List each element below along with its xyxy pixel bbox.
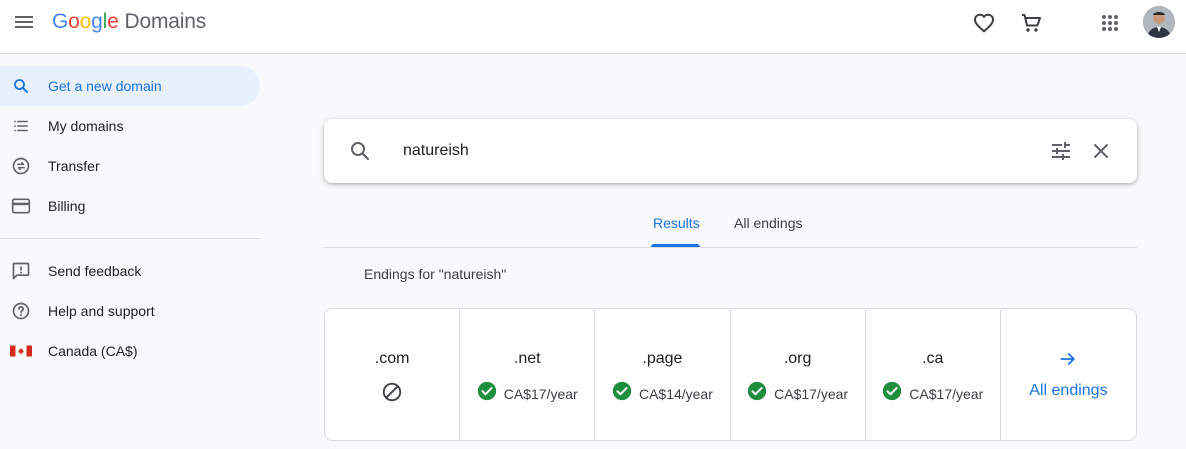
sidebar-item-label: Send feedback	[48, 263, 142, 279]
price-label: CA$14/year	[638, 385, 713, 402]
availability-status: CA$14/year	[595, 381, 729, 406]
price-label: CA$17/year	[774, 385, 849, 402]
credit-card-icon	[10, 196, 32, 216]
sidebar-nav: Get a new domain My domains Transfer Bil…	[0, 54, 270, 449]
availability-status: CA$17/year	[731, 381, 865, 406]
google-domains-logo[interactable]: Google Domains	[52, 10, 206, 34]
results-tabs: Results All endings	[324, 203, 1137, 248]
price-label: CA$17/year	[909, 385, 984, 402]
sidebar-item-billing[interactable]: Billing	[0, 186, 260, 226]
help-icon	[10, 301, 32, 321]
search-icon[interactable]	[348, 139, 372, 163]
menu-icon[interactable]	[12, 10, 36, 34]
available-check-icon	[612, 381, 632, 406]
sidebar-item-label: Billing	[48, 198, 86, 214]
availability-status: CA$17/year	[460, 381, 594, 406]
arrow-right-icon	[1001, 349, 1136, 369]
ending-card-ca[interactable]: .ca CA$17/year	[866, 309, 1001, 440]
top-app-bar: Google Domains	[0, 0, 1186, 54]
avatar[interactable]	[1143, 6, 1175, 38]
close-icon[interactable]	[1089, 139, 1113, 163]
available-check-icon	[882, 381, 902, 406]
sidebar-divider	[0, 238, 260, 239]
filter-tune-icon[interactable]	[1049, 139, 1073, 163]
search-icon	[10, 76, 32, 96]
cart-icon[interactable]	[1019, 11, 1043, 35]
list-icon	[10, 116, 32, 136]
tld-label: .ca	[922, 350, 944, 367]
all-endings-label: All endings	[1029, 382, 1108, 399]
tab-all-endings[interactable]: All endings	[734, 215, 803, 231]
tld-label: .page	[642, 350, 683, 367]
transfer-icon	[10, 156, 32, 176]
ending-card-page[interactable]: .page CA$14/year	[595, 309, 731, 440]
sidebar-item-label: My domains	[48, 118, 124, 134]
sidebar-item-label: Canada (CA$)	[48, 343, 138, 359]
all-endings-link[interactable]: All endings	[1001, 309, 1136, 440]
domain-search-box	[324, 119, 1137, 183]
unavailable-icon	[381, 381, 403, 408]
active-tab-indicator	[651, 244, 700, 247]
ending-card-com[interactable]: .com	[325, 309, 461, 440]
sidebar-item-label: Get a new domain	[48, 78, 162, 94]
sidebar-item-get-new-domain[interactable]: Get a new domain	[0, 66, 260, 106]
search-input[interactable]	[403, 137, 1003, 165]
sidebar-item-country[interactable]: Canada (CA$)	[0, 331, 260, 371]
tld-label: .com	[374, 350, 410, 367]
availability-status	[325, 381, 459, 408]
feedback-icon	[10, 261, 32, 281]
sidebar-item-send-feedback[interactable]: Send feedback	[0, 251, 260, 291]
sidebar-item-label: Help and support	[48, 303, 155, 319]
ending-card-net[interactable]: .net CA$17/year	[460, 309, 596, 440]
product-name: Domains	[124, 10, 207, 33]
sidebar-item-transfer[interactable]: Transfer	[0, 146, 260, 186]
endings-grid: .com .net CA$17/year .page CA$14/year .o…	[324, 308, 1137, 441]
ending-card-org[interactable]: .org CA$17/year	[731, 309, 866, 440]
canada-flag-icon	[10, 341, 32, 361]
sidebar-item-my-domains[interactable]: My domains	[0, 106, 260, 146]
endings-heading: Endings for "natureish"	[364, 266, 507, 282]
heart-icon[interactable]	[972, 11, 996, 35]
availability-status: CA$17/year	[866, 381, 1000, 406]
sidebar-item-label: Transfer	[48, 158, 100, 174]
tab-results[interactable]: Results	[653, 215, 700, 231]
available-check-icon	[747, 381, 767, 406]
tld-label: .net	[513, 350, 541, 367]
tld-label: .org	[783, 350, 812, 367]
apps-grid-icon[interactable]	[1098, 11, 1122, 35]
sidebar-item-help[interactable]: Help and support	[0, 291, 260, 331]
available-check-icon	[477, 381, 497, 406]
price-label: CA$17/year	[503, 385, 578, 402]
